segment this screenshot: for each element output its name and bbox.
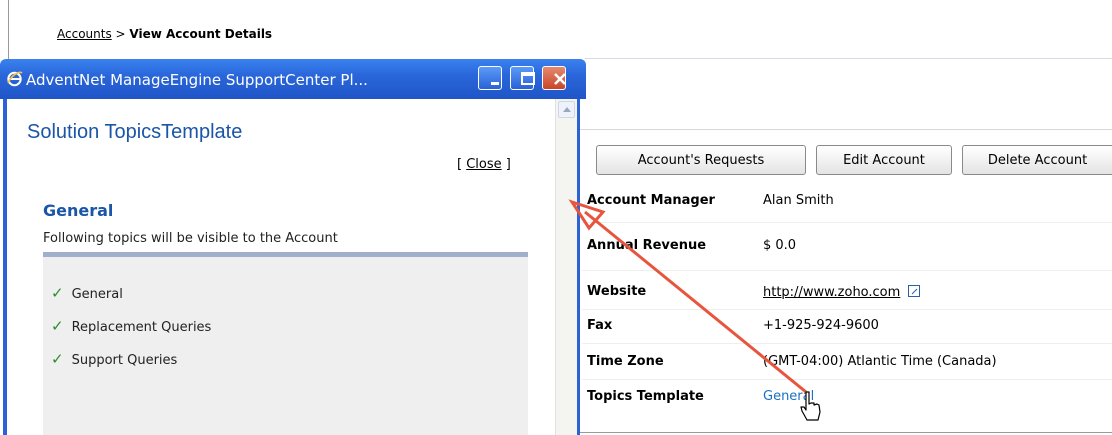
close-bracket-close: ] [505,157,511,172]
check-icon: ✓ [51,284,64,302]
topic-label: General [71,287,123,302]
topics-template-label: Topics Template [587,389,704,404]
website-label: Website [587,284,647,299]
check-icon: ✓ [51,350,64,368]
delete-account-button[interactable]: Delete Account [962,145,1112,175]
fax-label: Fax [587,318,613,333]
topic-label: Support Queries [71,353,178,368]
topics-template-link[interactable]: General [763,389,814,404]
scroll-up-icon[interactable] [558,101,575,118]
minimize-button[interactable] [478,66,502,90]
check-icon: ✓ [51,317,64,335]
breadcrumb-accounts-link[interactable]: Accounts [57,27,112,41]
section-title: General [43,201,114,220]
row-divider [582,309,1112,310]
account-manager-label: Account Manager [587,193,715,208]
solution-topics-title: Solution TopicsTemplate [27,121,243,143]
header-divider [585,58,1112,59]
maximize-button[interactable] [510,66,535,90]
close-link-wrapper: [ Close ] [457,157,511,172]
breadcrumb: Accounts > View Account Details [57,27,272,41]
account-manager-value: Alan Smith [763,193,834,208]
row-divider [582,379,1112,380]
popup-scrollbar[interactable] [555,99,577,435]
solution-topics-popup-window: AdventNet ManageEngine SupportCenter Pl.… [0,59,586,435]
topic-item: ✓ Support Queries [51,350,177,368]
edit-account-button[interactable]: Edit Account [816,145,952,175]
popup-titlebar[interactable]: AdventNet ManageEngine SupportCenter Pl.… [0,59,586,99]
row-divider [582,343,1112,344]
section-description: Following topics will be visible to the … [43,231,338,246]
time-zone-label: Time Zone [587,354,664,369]
topic-item: ✓ General [51,284,123,302]
external-link-icon[interactable] [908,285,921,297]
maximize-icon [521,72,535,85]
close-bracket-open: [ [457,157,463,172]
annual-revenue-label: Annual Revenue [587,238,707,253]
row-divider [582,270,1112,271]
close-link[interactable]: Close [466,157,501,172]
popup-window-title: AdventNet ManageEngine SupportCenter Pl.… [26,71,368,89]
popup-content: Solution TopicsTemplate [ Close ] Genera… [3,99,580,435]
website-link[interactable]: http://www.zoho.com [763,285,900,300]
panel-top-border [580,129,1112,130]
annual-revenue-value: $ 0.0 [763,238,797,253]
row-divider [582,222,1112,223]
topics-list: ✓ General ✓ Replacement Queries ✓ Support Q… [43,252,528,435]
breadcrumb-separator: > [115,27,126,41]
topic-label: Replacement Queries [71,320,212,335]
topic-item: ✓ Replacement Queries [51,317,211,335]
accounts-requests-button[interactable]: Account's Requests [596,145,806,175]
fax-value: +1-925-924-9600 [763,318,879,333]
minimize-icon [491,82,499,85]
time-zone-value: (GMT-04:00) Atlantic Time (Canada) [763,354,997,369]
breadcrumb-current: View Account Details [129,27,273,41]
close-icon [554,73,566,85]
window-close-button[interactable] [542,66,566,90]
ie-icon [7,71,23,87]
